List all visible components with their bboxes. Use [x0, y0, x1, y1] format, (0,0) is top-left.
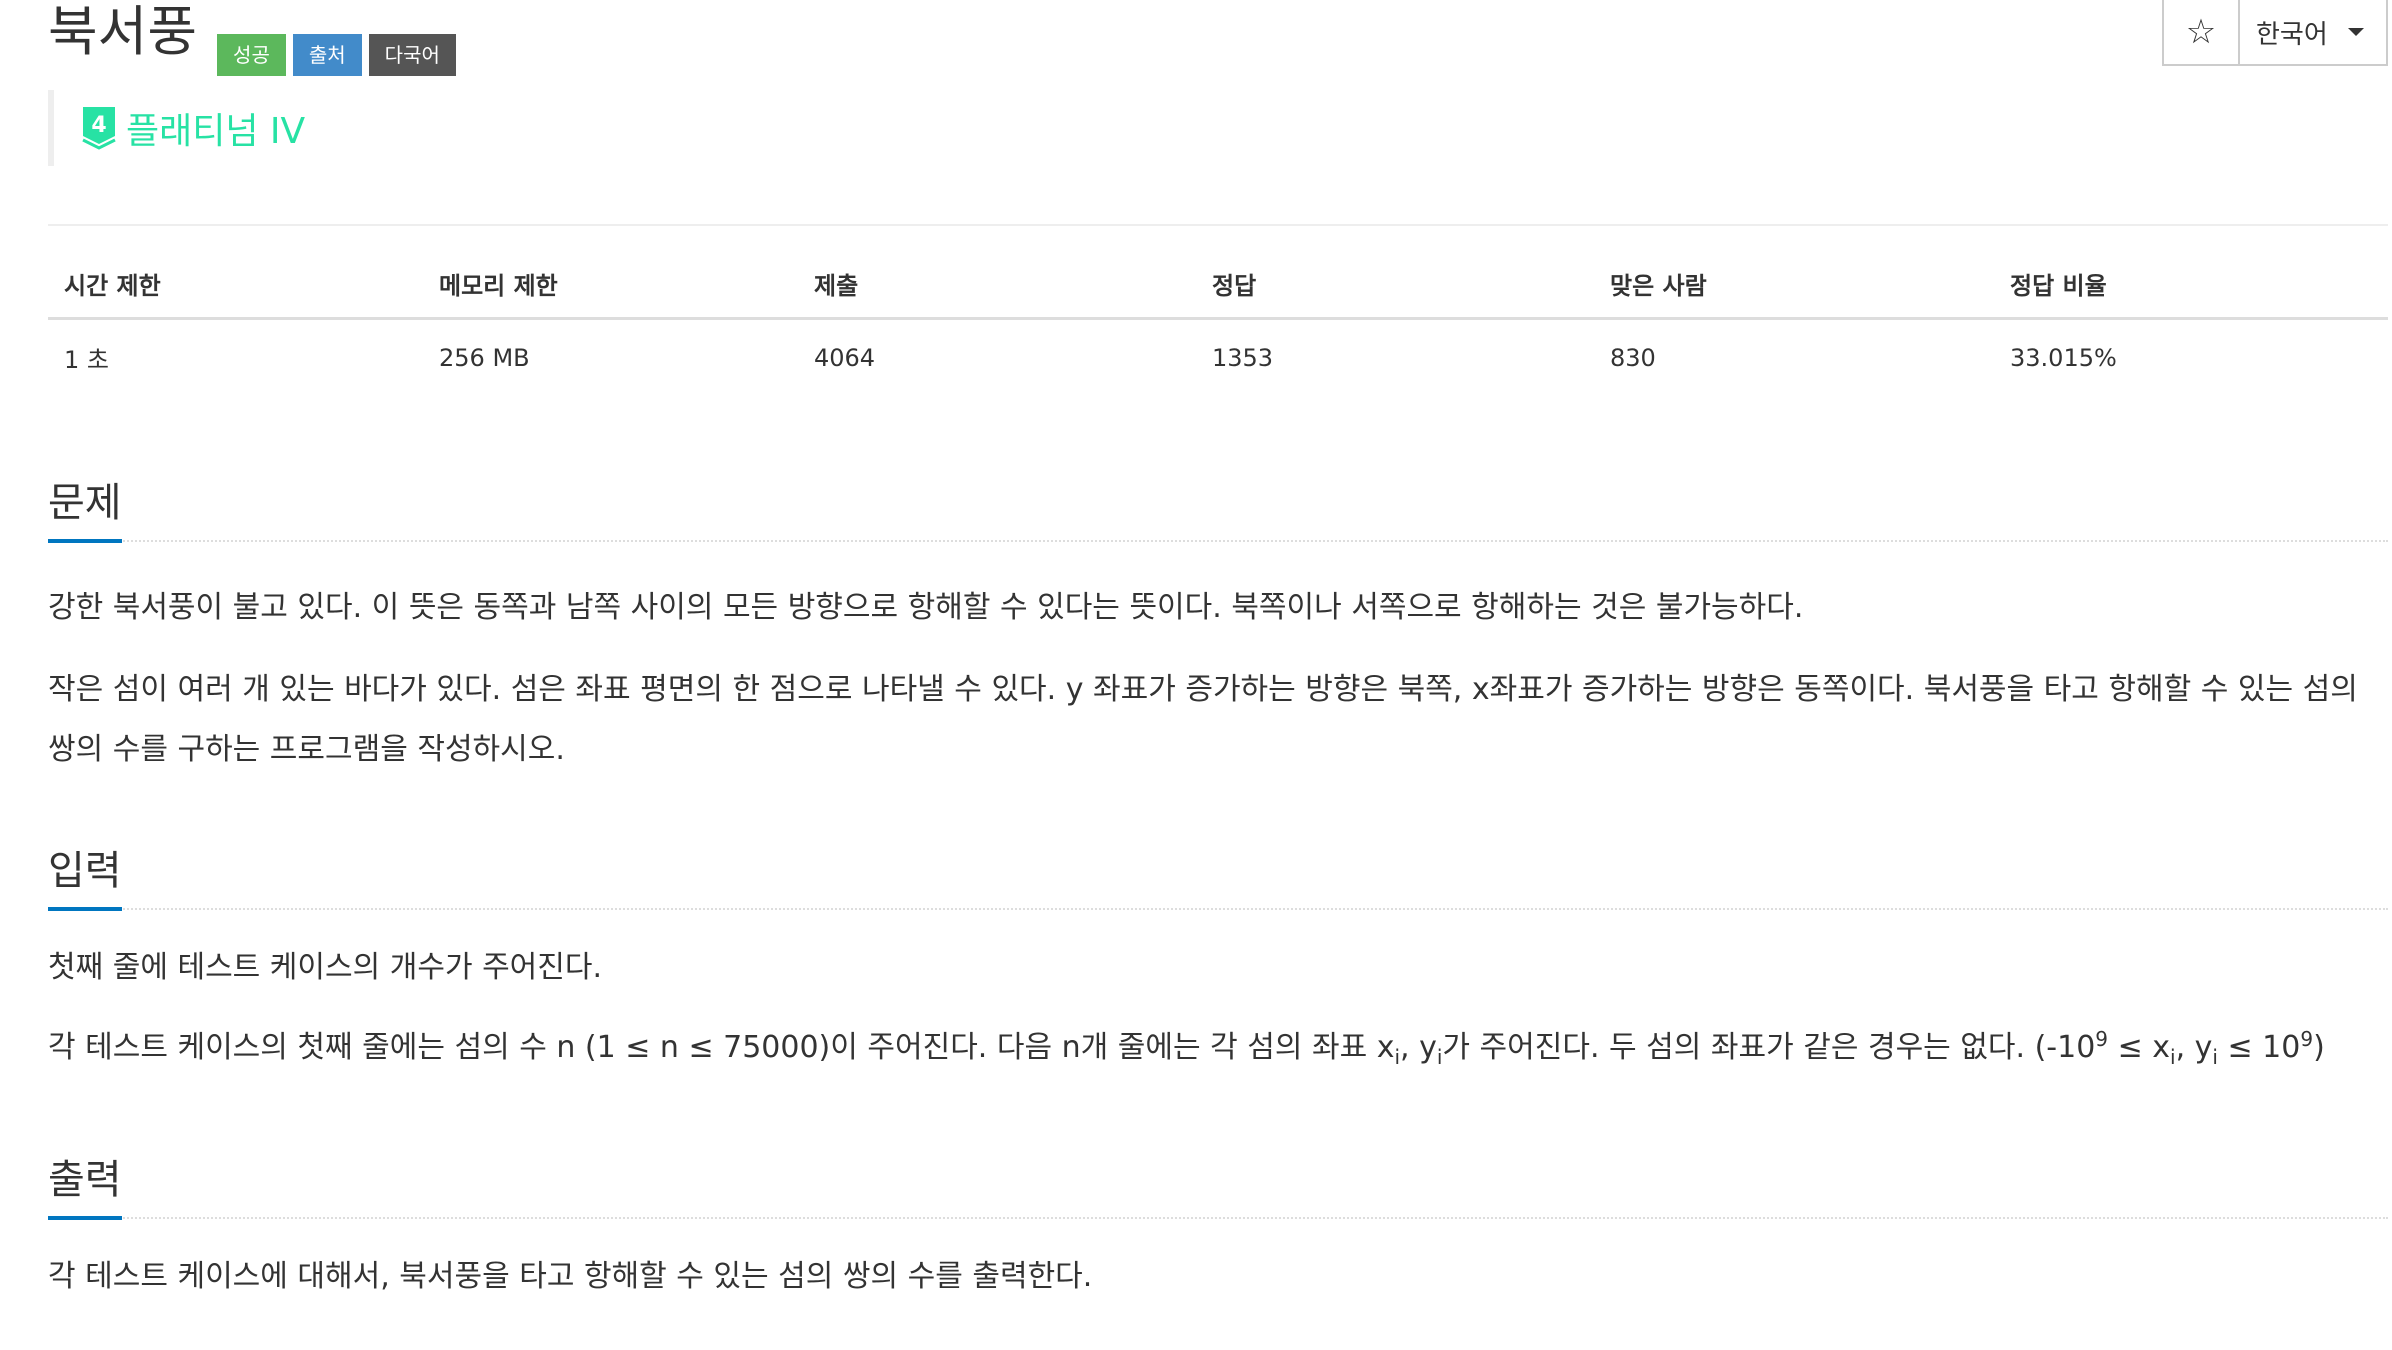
- section-header: 문제: [48, 460, 2388, 543]
- star-icon: ☆: [2185, 12, 2217, 52]
- input-text: , y: [2175, 1030, 2213, 1065]
- accept-ratio-value: 33.015%: [2010, 343, 2117, 372]
- description-paragraph: 강한 북서풍이 불고 있다. 이 뜻은 동쪽과 남쪽 사이의 모든 방향으로 항…: [48, 590, 1804, 625]
- source-badge[interactable]: 출처: [292, 34, 362, 76]
- input-text: 각 테스트 케이스의 첫째 줄에는 섬의 수 n (1 ≤ n ≤ 75000)…: [48, 1030, 1395, 1065]
- output-section: 출력 각 테스트 케이스에 대해서, 북서풍을 타고 항해할 수 있는 섬의 쌍…: [48, 1137, 2388, 1294]
- language-dropdown[interactable]: 한국어: [2240, 0, 2386, 64]
- superscript: 9: [2300, 1027, 2314, 1051]
- divider: [48, 224, 2388, 226]
- header-solved-users: 맞은 사람: [1594, 266, 1994, 320]
- input-text: ≤ x: [2108, 1030, 2170, 1065]
- accepted-value[interactable]: 1353: [1196, 319, 1594, 388]
- submissions-value[interactable]: 4064: [798, 319, 1196, 388]
- time-limit-value: 1 초: [64, 346, 109, 374]
- section-title-input: 입력: [48, 851, 122, 911]
- table-header-row: 시간 제한 메모리 제한 제출 정답 맞은 사람 정답 비율: [48, 266, 2388, 320]
- caret-down-icon: [2347, 28, 2364, 36]
- success-badge[interactable]: 성공: [217, 34, 286, 76]
- table-row: 1 초 256 MB 4064 1353 830 33.015%: [48, 319, 2388, 388]
- problem-description-section: 문제 강한 북서풍이 불고 있다. 이 뜻은 동쪽과 남쪽 사이의 모든 방향으…: [48, 460, 2388, 767]
- tier-icon-number: 4: [91, 113, 106, 138]
- problem-page: 북서풍 성공 출처 다국어 ☆ 한국어 4 플래티넘 IV 시간 제한 메모리 …: [48, 0, 2388, 1350]
- input-text: , y: [1400, 1030, 1437, 1065]
- multilang-badge[interactable]: 다국어: [368, 34, 456, 76]
- input-text: ): [2313, 1030, 2325, 1065]
- header-accept-ratio: 정답 비율: [1994, 266, 2388, 320]
- input-paragraph: 각 테스트 케이스의 첫째 줄에는 섬의 수 n (1 ≤ n ≤ 75000)…: [48, 1018, 2325, 1078]
- header-time-limit: 시간 제한: [48, 266, 423, 320]
- solved-users-value[interactable]: 830: [1594, 319, 1994, 388]
- language-label: 한국어: [2256, 19, 2328, 50]
- section-header: 출력: [48, 1137, 2388, 1220]
- header-accepted: 정답: [1196, 266, 1594, 320]
- tier-icon: 4: [82, 107, 116, 150]
- header-memory-limit: 메모리 제한: [423, 266, 798, 320]
- tier-block: 4 플래티넘 IV: [48, 90, 305, 166]
- input-text: ≤ 10: [2217, 1030, 2301, 1065]
- input-paragraph: 첫째 줄에 테스트 케이스의 개수가 주어진다.: [48, 950, 603, 985]
- problem-info-table: 시간 제한 메모리 제한 제출 정답 맞은 사람 정답 비율 1 초 256 M…: [48, 266, 2388, 387]
- memory-limit-value: 256 MB: [439, 343, 530, 372]
- section-title-output: 출력: [48, 1160, 122, 1220]
- input-text: 가 주어진다. 두 섬의 좌표가 같은 경우는 없다. (-10: [1442, 1030, 2096, 1065]
- input-section: 입력 첫째 줄에 테스트 케이스의 개수가 주어진다. 각 테스트 케이스의 첫…: [48, 828, 2388, 1067]
- section-header: 입력: [48, 828, 2388, 911]
- top-button-group: ☆ 한국어: [2162, 0, 2388, 66]
- description-paragraph: 작은 섬이 여러 개 있는 바다가 있다. 섬은 좌표 평면의 한 점으로 나타…: [48, 672, 2358, 767]
- title-row: 북서풍 성공 출처 다국어: [48, 0, 463, 80]
- star-button[interactable]: ☆: [2164, 0, 2240, 64]
- page-title: 북서풍: [48, 0, 198, 63]
- header-submissions: 제출: [798, 266, 1196, 320]
- tier-label[interactable]: 플래티넘 IV: [126, 102, 305, 154]
- output-paragraph: 각 테스트 케이스에 대해서, 북서풍을 타고 항해할 수 있는 섬의 쌍의 수…: [48, 1259, 1093, 1294]
- section-title-description: 문제: [48, 483, 122, 543]
- superscript: 9: [2095, 1027, 2109, 1051]
